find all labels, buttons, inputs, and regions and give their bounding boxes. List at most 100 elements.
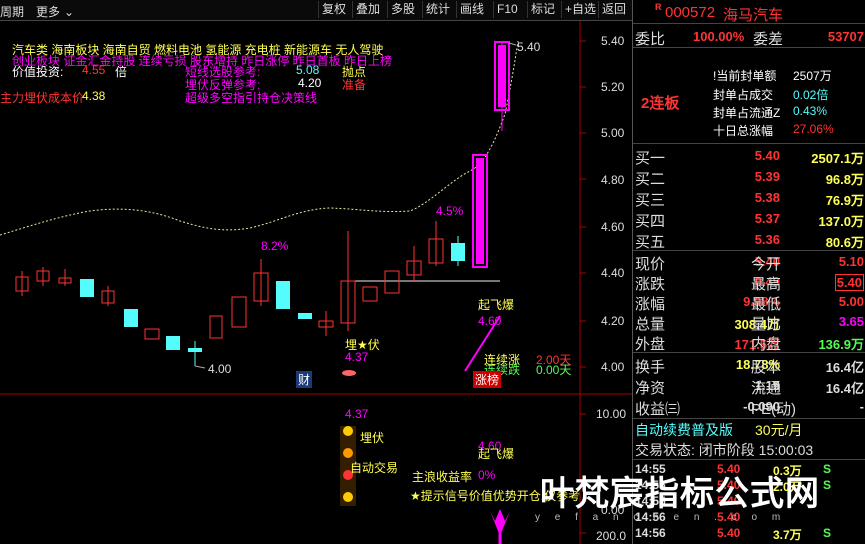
period-menu[interactable]: 周期 xyxy=(0,5,24,19)
bid-price: 5.37 xyxy=(754,211,780,226)
seal-value: 27.06% xyxy=(793,122,834,136)
trade-status: 交易状态: 闭市阶段 15:00:03 xyxy=(635,442,814,458)
bid-volume: 80.6万 xyxy=(825,235,864,250)
kline-chart-area[interactable]: 汽车类 海南板块 海南自贸 燃料电池 氢能源 充电桩 新能源车 无人驾驶 创业板… xyxy=(0,21,632,544)
bid-label: 买一 xyxy=(635,150,666,167)
overlay-button[interactable]: 叠加 xyxy=(352,1,383,18)
stat-value: 136.9万 xyxy=(818,337,864,352)
bid-label: 买五 xyxy=(635,234,666,251)
bid-label: 买三 xyxy=(635,192,666,209)
toolbar-left: 周期 更多 ⌄ xyxy=(0,3,86,20)
trade-side: S xyxy=(823,526,832,540)
stat-label: 换手 xyxy=(635,359,666,376)
finance-badge[interactable]: 财 xyxy=(296,371,313,388)
bid-volume: 2507.1万 xyxy=(811,151,864,166)
bid-row[interactable]: 买五 5.36 80.6万 xyxy=(633,229,865,251)
bid-row[interactable]: 买一 5.40 2507.1万 xyxy=(633,145,865,167)
stat2-row: 换手 18.78% 股本 16.4亿 xyxy=(633,354,865,376)
low-price-label: 4.00 xyxy=(208,362,232,376)
qifei-num: 4.60 xyxy=(478,314,502,328)
axis-label: 4.00 xyxy=(601,360,625,374)
value-invest-unit: 倍 xyxy=(115,65,128,79)
stat-row: 涨幅 9.98% 最低 5.00 xyxy=(633,291,865,313)
weicha-label: 委差 xyxy=(753,31,784,48)
draw-line-button[interactable]: 画线 xyxy=(456,1,487,18)
ambush-num: 4.20 xyxy=(298,76,322,90)
pct-label-1: 8.2% xyxy=(261,239,289,253)
main-force-num: 4.38 xyxy=(82,89,106,103)
high-price-label: 5.40 xyxy=(517,40,541,54)
back-button[interactable]: 返回 xyxy=(598,1,629,18)
stat2-row: 收益㈢ -0.090 PE(动) - xyxy=(633,396,865,418)
stat-value: 5.10 xyxy=(838,254,864,269)
bid-label: 买二 xyxy=(635,171,666,188)
board-tag: 2连板 xyxy=(641,95,680,112)
chart-toolbar: 周期 更多 ⌄ 复权 叠加 多股 统计 画线 F10 标记 +自选 返回 xyxy=(0,0,632,21)
stock-name: 海马汽车 xyxy=(723,7,784,24)
bid-row[interactable]: 买二 5.39 96.8万 xyxy=(633,166,865,188)
trade-row: 14:56 5.40 3.7万 S xyxy=(633,526,865,542)
stat-value: 5.40 xyxy=(834,274,864,291)
weibi-value: 100.00% xyxy=(693,29,745,44)
streak-down-days: 0.00天 xyxy=(536,363,572,377)
stat-label: PE(动) xyxy=(751,401,797,418)
quote-panel: R 000572 海马汽车 委比 100.00% 委差 53707 2连板 !当… xyxy=(632,0,865,544)
seal-value: 2507万 xyxy=(793,69,832,83)
trade-side: S xyxy=(823,478,832,492)
maifu-num: 4.37 xyxy=(345,350,369,364)
trade-price: 5.40 xyxy=(717,526,741,540)
bid-row[interactable]: 买三 5.38 76.9万 xyxy=(633,187,865,209)
stat-value: 3.65 xyxy=(838,314,864,329)
stat-row: 现价 5.40 今开 5.10 xyxy=(633,251,865,273)
value-invest-num: 4.55 xyxy=(82,63,106,77)
axis-label: 5.40 xyxy=(601,34,625,48)
stat-row: 外盘 171.5万 内盘 136.9万 xyxy=(633,331,865,353)
multi-stock-button[interactable]: 多股 xyxy=(387,1,418,18)
mark-button[interactable]: 标记 xyxy=(527,1,558,18)
value-invest-label: 价值投资: xyxy=(12,65,64,79)
stat-label: 流通 xyxy=(751,380,782,397)
more-menu[interactable]: 更多 xyxy=(36,5,60,19)
fq-button[interactable]: 复权 xyxy=(318,1,349,18)
seal-label: 封单占成交 xyxy=(713,88,774,102)
stat-value: 16.4亿 xyxy=(825,360,864,375)
bid-price: 5.40 xyxy=(754,148,780,163)
bid-volume: 137.0万 xyxy=(818,214,864,229)
stat-value: 16.4亿 xyxy=(825,381,864,396)
axis-label: 4.80 xyxy=(601,173,625,187)
vol-axis-label: 200.0 xyxy=(596,529,627,543)
stat-row: 总量 308.4万 量比 3.65 xyxy=(633,311,865,333)
chevron-down-icon[interactable]: ⌄ xyxy=(64,5,74,19)
r-tag: R xyxy=(655,2,662,12)
stat2-row: 净资 1.19 流通 16.4亿 xyxy=(633,375,865,397)
stats-button[interactable]: 统计 xyxy=(422,1,453,18)
stat-label: 净资 xyxy=(635,380,666,397)
main-force-label: 主力埋伏成本价 xyxy=(0,91,85,105)
f10-button[interactable]: F10 xyxy=(493,1,521,18)
watermark-title: 叶梵宸指标公式网 xyxy=(540,475,820,513)
seal-label: 封单占流通Z xyxy=(713,106,781,120)
renew-link[interactable]: 自动续费普及版 xyxy=(635,420,733,440)
axis-label: 4.40 xyxy=(601,266,625,280)
stat-label: 股本 xyxy=(751,359,782,376)
add-watchlist-button[interactable]: +自选 xyxy=(561,1,599,18)
super-line-label: 超级多空指引持仓决策线 xyxy=(185,91,318,105)
watermark-url: y e f a n c h e n . c o m xyxy=(535,512,787,523)
stock-code: 000572 xyxy=(665,4,716,21)
bid-price: 5.38 xyxy=(754,190,780,205)
bid-price: 5.36 xyxy=(754,232,780,247)
weibi-label: 委比 xyxy=(635,31,666,48)
trade-volume: 3.7万 xyxy=(773,528,802,542)
vol-auto-trade: 自动交易 xyxy=(350,461,399,475)
weicha-value: 53707 xyxy=(827,29,864,44)
bid-label: 买四 xyxy=(635,213,666,230)
stat-row: 涨跌 0.49 最高 5.40 xyxy=(633,271,865,293)
bid-row[interactable]: 买四 5.37 137.0万 xyxy=(633,208,865,230)
seal-info: !当前封单额 2507万 封单占成交 0.02倍 封单占流通Z 0.43% 十日总涨幅… xyxy=(713,69,834,138)
zhangbang-badge[interactable]: 涨榜 xyxy=(473,371,502,388)
weibi-row: 委比 100.00% 委差 53707 xyxy=(633,26,865,48)
vol-qifei-label: 起飞爆 xyxy=(478,447,515,461)
axis-label: 4.20 xyxy=(601,314,625,328)
renew-price[interactable]: 30元/月 xyxy=(755,420,802,440)
bid-volume: 96.8万 xyxy=(825,172,864,187)
